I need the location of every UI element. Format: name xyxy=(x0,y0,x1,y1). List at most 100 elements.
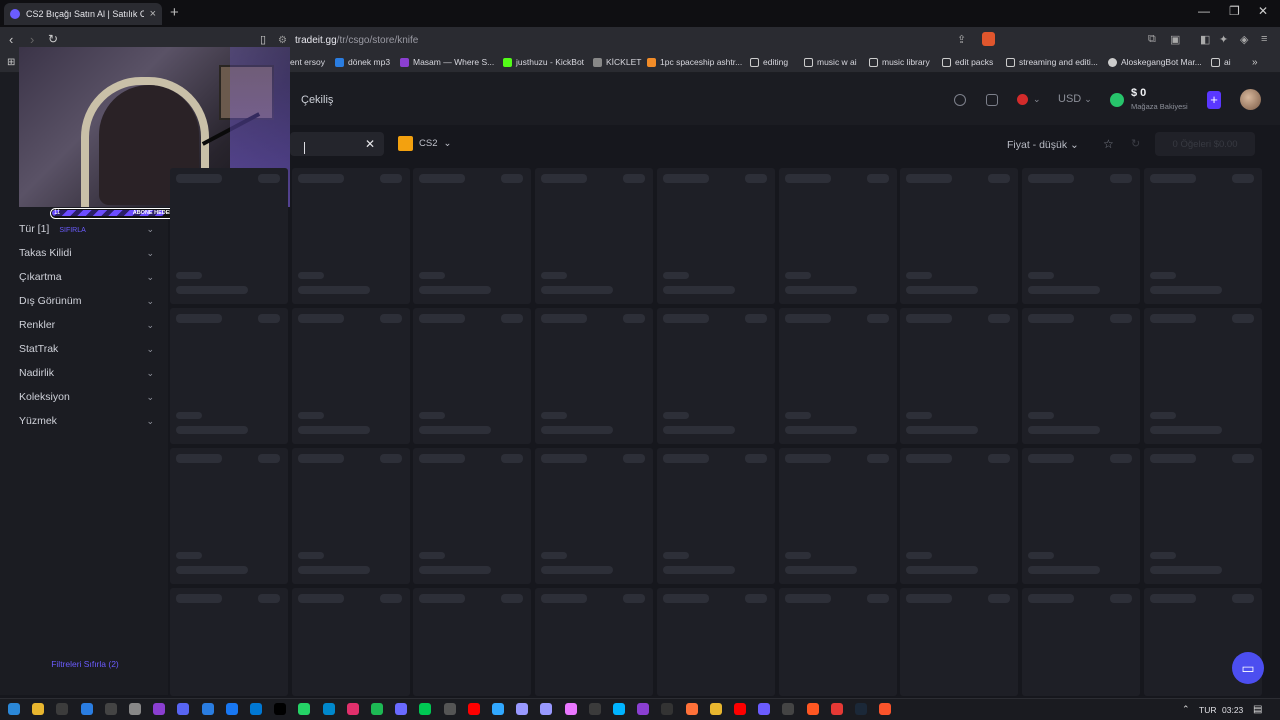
taskbar-app-icon[interactable] xyxy=(201,703,214,715)
taskbar-app-icon[interactable] xyxy=(177,703,190,715)
item-card-skeleton[interactable] xyxy=(900,448,1019,584)
close-window-icon[interactable]: ✕ xyxy=(1258,4,1268,18)
item-card-skeleton[interactable] xyxy=(291,448,410,584)
taskbar-app-icon[interactable] xyxy=(588,703,601,715)
sort-select[interactable]: Fiyat - düşük ⌄ xyxy=(1007,139,1079,151)
filter-exterior[interactable]: Dış Görünüm ⌄ xyxy=(19,292,154,310)
item-card-skeleton[interactable] xyxy=(413,168,532,304)
bookmark-item[interactable]: ent ersoy xyxy=(290,57,325,67)
menu-icon[interactable]: ≡ xyxy=(1261,33,1267,45)
item-card-skeleton[interactable] xyxy=(900,168,1019,304)
item-card-skeleton[interactable] xyxy=(1021,448,1140,584)
filter-type[interactable]: Tür [1] SIFIRLA ⌄ xyxy=(19,220,154,238)
bookmark-folder[interactable]: music w ai xyxy=(804,57,857,67)
bookmark-folder[interactable]: streaming and editi... xyxy=(1006,57,1098,67)
bookmark-item[interactable]: KİCKLET xyxy=(593,57,641,67)
taskbar-app-icon[interactable] xyxy=(395,703,408,715)
taskbar-app-icon[interactable] xyxy=(758,703,771,715)
taskbar-app-icon[interactable] xyxy=(225,703,238,715)
item-card-skeleton[interactable] xyxy=(413,448,532,584)
bookmark-folder[interactable]: ai xyxy=(1211,57,1231,67)
clear-search-icon[interactable]: ✕ xyxy=(365,137,375,151)
mobile-icon[interactable] xyxy=(986,94,998,106)
bookmark-item[interactable]: dönek mp3 xyxy=(335,57,390,67)
bookmark-item[interactable]: 1pc spaceship ashtr... xyxy=(647,57,742,67)
item-card-skeleton[interactable] xyxy=(1143,448,1262,584)
language-indicator[interactable]: TUR xyxy=(1199,705,1216,715)
store-balance[interactable]: $ 0 xyxy=(1131,87,1146,99)
tray-chevron-icon[interactable]: ⌃ xyxy=(1182,704,1190,715)
taskbar-app-icon[interactable] xyxy=(709,703,722,715)
filter-float[interactable]: Yüzmek ⌄ xyxy=(19,412,154,430)
browser-tab[interactable]: CS2 Bıçağı Satın Al | Satılık CS2 B × xyxy=(4,3,162,25)
notifications-icon[interactable]: ▤ xyxy=(1253,704,1262,715)
item-card-skeleton[interactable] xyxy=(170,588,288,696)
site-info-icon[interactable]: ⚙ xyxy=(278,35,287,46)
taskbar-app-icon[interactable] xyxy=(274,703,287,715)
item-card-skeleton[interactable] xyxy=(656,588,775,696)
apps-icon[interactable]: ⊞ xyxy=(7,57,15,68)
tab-close-icon[interactable]: × xyxy=(150,8,156,20)
vpn-icon[interactable]: ◈ xyxy=(1240,33,1248,46)
taskbar-app-icon[interactable] xyxy=(346,703,359,715)
item-card-skeleton[interactable] xyxy=(170,308,288,444)
item-card-skeleton[interactable] xyxy=(413,308,532,444)
taskbar-app-icon[interactable] xyxy=(830,703,843,715)
sidebar-toggle-icon[interactable]: ◧ xyxy=(1200,33,1210,46)
item-card-skeleton[interactable] xyxy=(291,168,410,304)
taskbar-app-icon[interactable] xyxy=(32,703,45,715)
support-icon[interactable] xyxy=(954,94,966,106)
avatar[interactable] xyxy=(1240,89,1261,110)
taskbar-app-icon[interactable] xyxy=(806,703,819,715)
filter-rarity[interactable]: Nadirlik ⌄ xyxy=(19,364,154,382)
item-card-skeleton[interactable] xyxy=(656,168,775,304)
filter-trade-lock[interactable]: Takas Kilidi ⌄ xyxy=(19,244,154,262)
item-card-skeleton[interactable] xyxy=(900,308,1019,444)
leo-ai-icon[interactable]: ✦ xyxy=(1219,33,1228,46)
brave-shield-icon[interactable] xyxy=(982,32,995,46)
taskbar-app-icon[interactable] xyxy=(419,703,432,715)
item-card-skeleton[interactable] xyxy=(291,308,410,444)
taskbar-app-icon[interactable] xyxy=(443,703,456,715)
currency-select[interactable]: USD ⌄ xyxy=(1058,93,1092,105)
taskbar-app-icon[interactable] xyxy=(637,703,650,715)
item-card-skeleton[interactable] xyxy=(535,588,654,696)
filter-stattrak[interactable]: StatTrak ⌄ xyxy=(19,340,154,358)
minimize-icon[interactable]: — xyxy=(1198,4,1210,18)
taskbar-app-icon[interactable] xyxy=(298,703,311,715)
taskbar-app-icon[interactable] xyxy=(734,703,746,715)
taskbar-app-icon[interactable] xyxy=(80,703,93,715)
add-funds-button[interactable]: + xyxy=(1207,91,1221,109)
item-card-skeleton[interactable] xyxy=(1143,168,1262,304)
bookmark-item[interactable]: Masam — Where S... xyxy=(400,57,494,67)
taskbar-app-icon[interactable] xyxy=(104,703,117,715)
bookmark-item[interactable]: AloskegangBot Mar... xyxy=(1108,57,1202,67)
url-field[interactable]: ⚙ tradeit.gg/tr/csgo/store/knife xyxy=(278,31,988,49)
item-card-skeleton[interactable] xyxy=(900,588,1019,696)
taskbar-app-icon[interactable] xyxy=(540,703,553,715)
item-card-skeleton[interactable] xyxy=(413,588,532,696)
item-card-skeleton[interactable] xyxy=(1021,168,1140,304)
item-card-skeleton[interactable] xyxy=(170,448,288,584)
item-card-skeleton[interactable] xyxy=(656,448,775,584)
taskbar-app-icon[interactable] xyxy=(661,703,674,715)
taskbar-app-icon[interactable] xyxy=(782,703,795,715)
filter-collection[interactable]: Koleksiyon ⌄ xyxy=(19,388,154,406)
bookmark-folder[interactable]: editing xyxy=(750,57,788,67)
item-card-skeleton[interactable] xyxy=(535,308,654,444)
item-card-skeleton[interactable] xyxy=(1143,308,1262,444)
item-card-skeleton[interactable] xyxy=(778,308,897,444)
taskbar-app-icon[interactable] xyxy=(516,703,529,715)
taskbar-app-icon[interactable] xyxy=(371,703,383,715)
taskbar-app-icon[interactable] xyxy=(153,703,166,715)
turkey-flag-icon[interactable] xyxy=(1017,94,1028,105)
extensions-icon[interactable]: ⧉ xyxy=(1148,33,1156,46)
item-card-skeleton[interactable] xyxy=(535,168,654,304)
refresh-icon[interactable]: ↻ xyxy=(1131,137,1140,150)
favorites-star-icon[interactable]: ☆ xyxy=(1103,137,1114,151)
cart-button[interactable]: 0 Öğeleri $0.00 xyxy=(1155,132,1255,156)
maximize-icon[interactable]: ❐ xyxy=(1229,4,1240,18)
taskbar-app-icon[interactable] xyxy=(8,703,20,715)
item-card-skeleton[interactable] xyxy=(170,168,288,304)
game-select[interactable]: CS2 ⌄ xyxy=(398,136,451,151)
